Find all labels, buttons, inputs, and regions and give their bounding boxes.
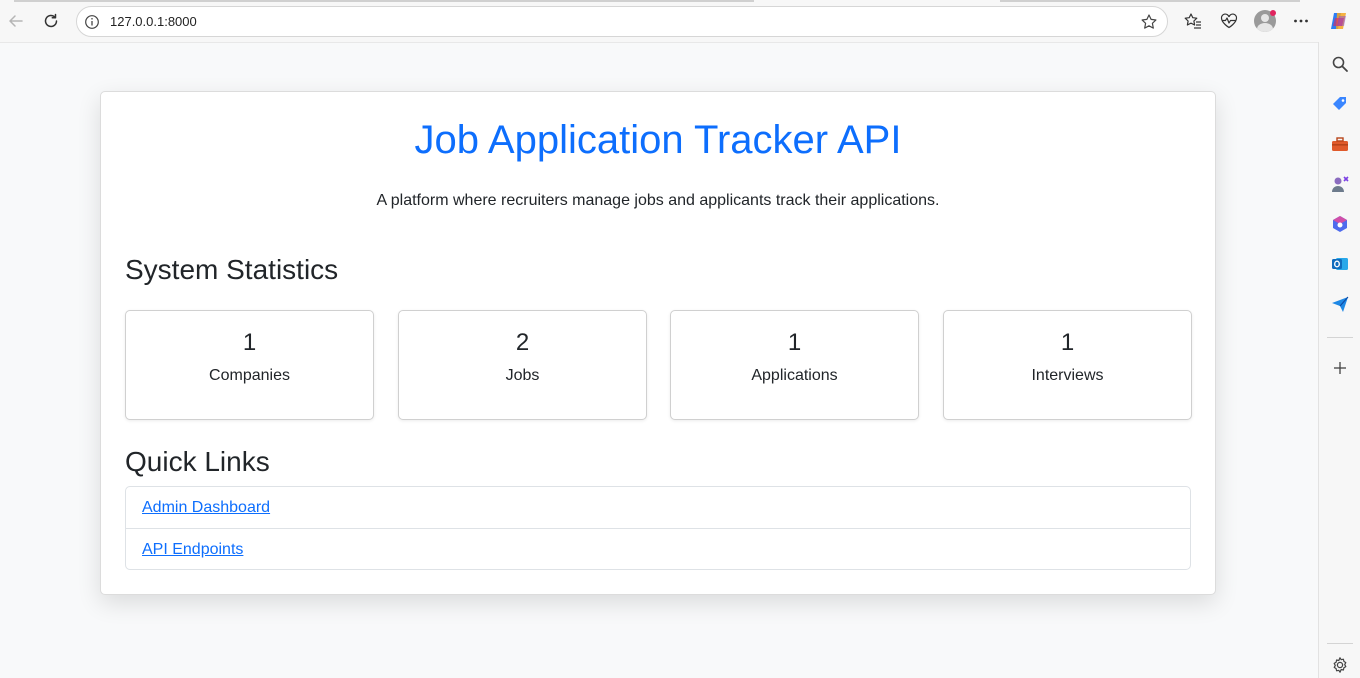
browser-toolbar: 127.0.0.1:8000 <box>0 0 1360 42</box>
favorite-star-icon[interactable] <box>1140 13 1158 36</box>
list-item: API Endpoints <box>126 528 1190 569</box>
stat-card-jobs: 2 Jobs <box>398 310 647 420</box>
stat-value: 1 <box>787 329 802 356</box>
stat-label: Jobs <box>505 367 540 384</box>
more-icon[interactable] <box>1289 9 1313 33</box>
sidebar-separator <box>1327 643 1353 644</box>
outlook-icon[interactable] <box>1329 253 1351 275</box>
microsoft365-icon[interactable] <box>1329 213 1351 235</box>
notification-dot <box>1270 10 1276 16</box>
stat-card-applications: 1 Applications <box>670 310 919 420</box>
reload-icon[interactable] <box>39 9 63 33</box>
stat-value: 2 <box>515 329 530 356</box>
stat-value: 1 <box>242 329 257 356</box>
toolbox-icon[interactable] <box>1329 133 1351 155</box>
health-icon[interactable] <box>1217 9 1241 33</box>
page-title: Job Application Tracker API <box>414 118 902 162</box>
quick-links-heading: Quick Links <box>125 446 270 477</box>
stats-heading: System Statistics <box>125 254 339 285</box>
page-viewport: Job Application Tracker API A platform w… <box>0 42 1318 678</box>
address-bar[interactable]: 127.0.0.1:8000 <box>76 6 1168 37</box>
site-info-icon[interactable] <box>84 14 100 35</box>
settings-icon[interactable] <box>1329 654 1351 676</box>
stat-label: Companies <box>209 367 290 384</box>
main-card: Job Application Tracker API A platform w… <box>100 91 1216 595</box>
stat-label: Applications <box>751 367 838 384</box>
search-icon[interactable] <box>1329 53 1351 75</box>
stat-card-interviews: 1 Interviews <box>943 310 1192 420</box>
sidebar-separator <box>1327 337 1353 338</box>
tab-strip-edge <box>0 0 1360 2</box>
list-item: Admin Dashboard <box>126 487 1190 528</box>
quick-links-list: Admin Dashboard API Endpoints <box>125 486 1191 570</box>
url-text[interactable]: 127.0.0.1:8000 <box>110 14 197 29</box>
send-icon[interactable] <box>1329 293 1351 315</box>
stat-card-companies: 1 Companies <box>125 310 374 420</box>
admin-dashboard-link[interactable]: Admin Dashboard <box>142 499 270 517</box>
back-icon[interactable] <box>4 9 28 33</box>
games-icon[interactable] <box>1329 173 1351 195</box>
page-subtitle: A platform where recruiters manage jobs … <box>376 192 940 209</box>
shopping-tag-icon[interactable] <box>1329 93 1351 115</box>
copilot-icon[interactable] <box>1327 9 1351 33</box>
stat-value: 1 <box>1060 329 1075 356</box>
stat-label: Interviews <box>1031 367 1104 384</box>
api-endpoints-link[interactable]: API Endpoints <box>142 541 243 559</box>
add-icon[interactable] <box>1329 357 1351 379</box>
browser-sidebar <box>1318 42 1360 678</box>
favorites-icon[interactable] <box>1181 9 1205 33</box>
